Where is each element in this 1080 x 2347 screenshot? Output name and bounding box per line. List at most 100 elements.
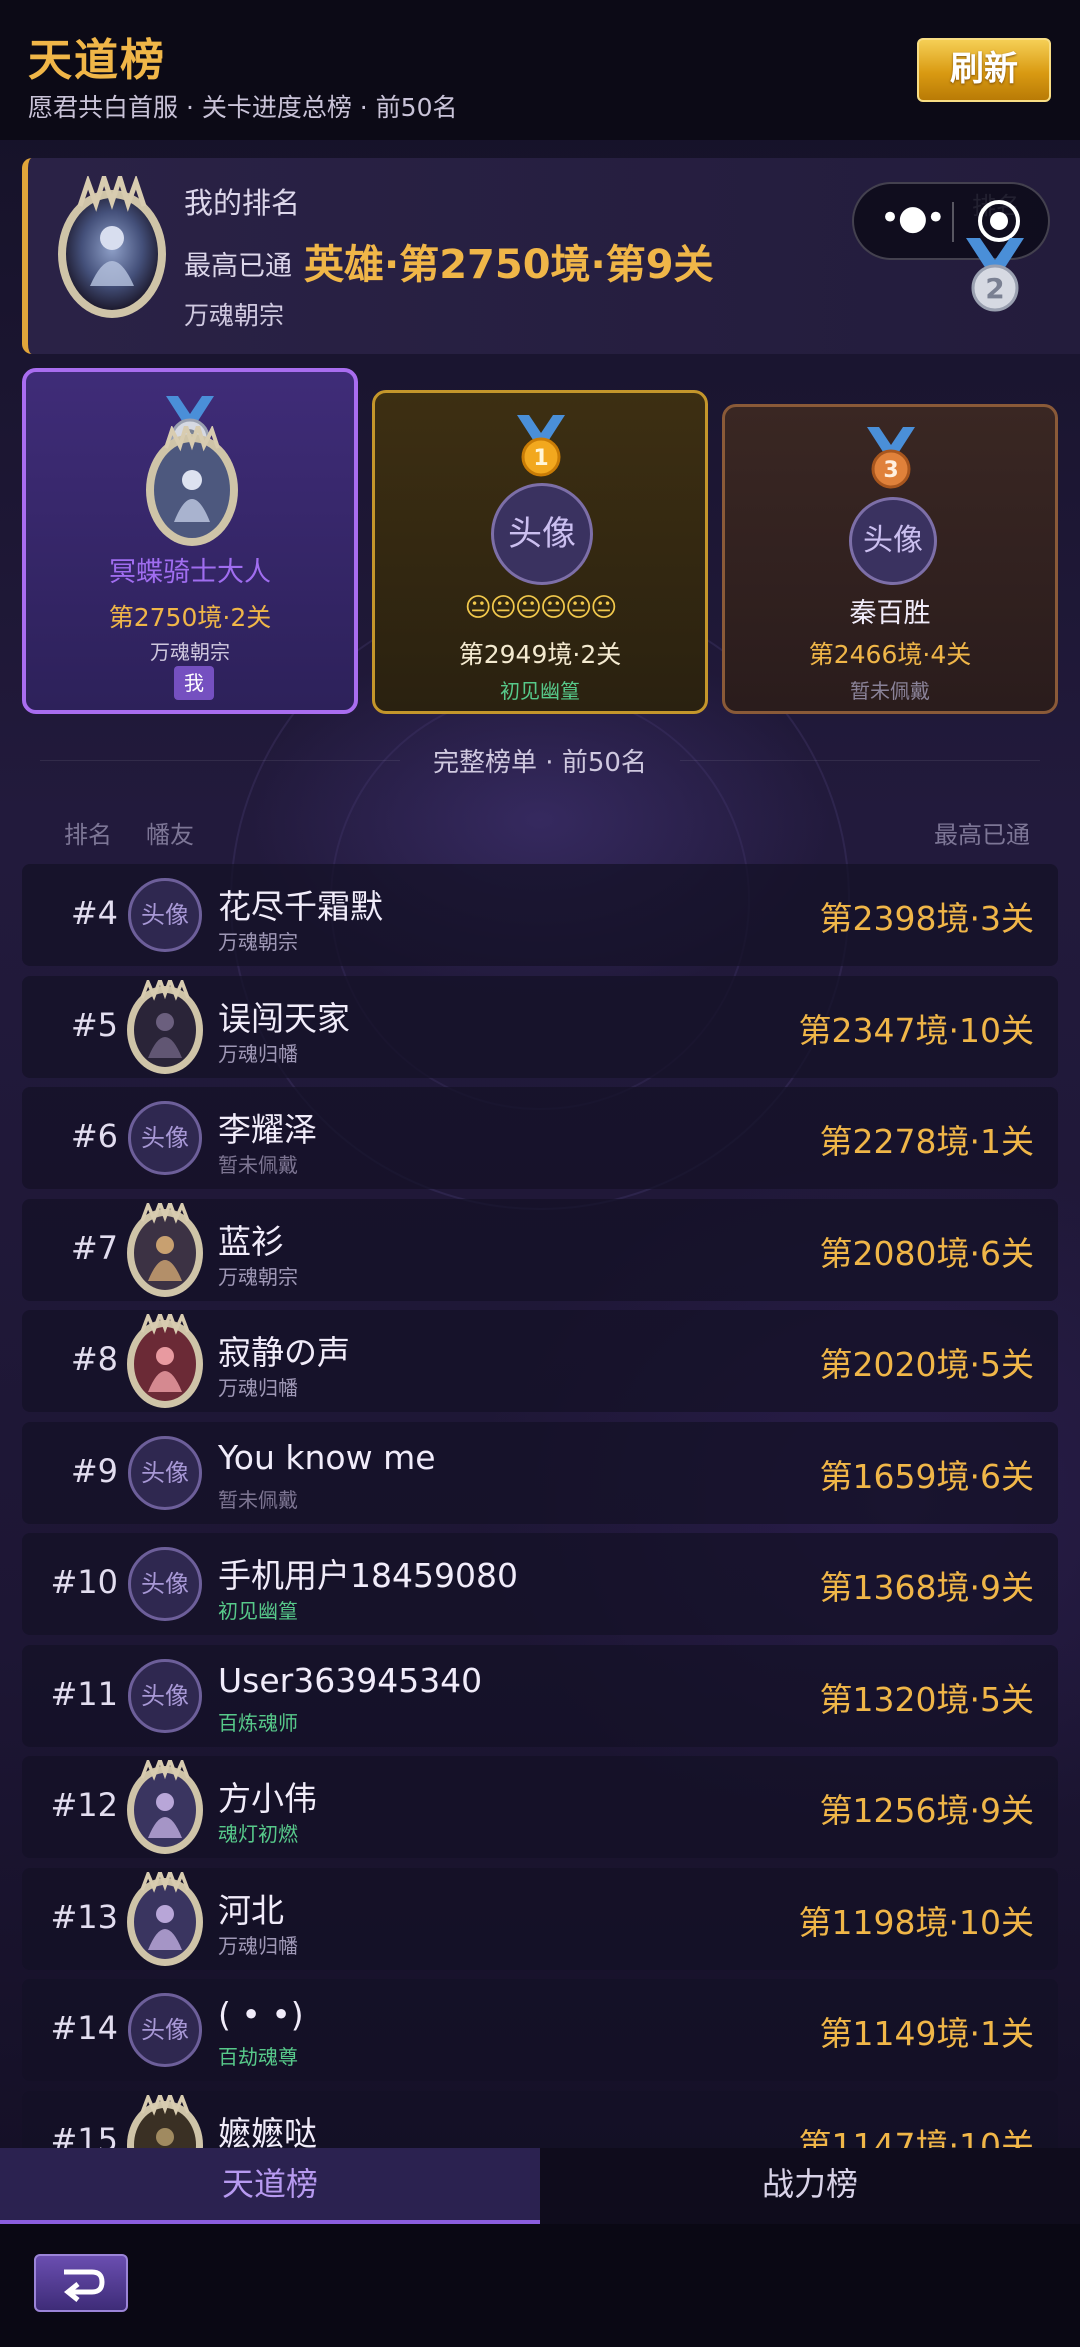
row-best-stage: 第1659境·6关 (819, 1456, 1034, 1496)
row-rank: #10 (50, 1563, 118, 1601)
avatar-placeholder: 头像 (128, 878, 202, 952)
row-player-name: 李耀泽 (218, 1110, 317, 1149)
row-rank: #12 (50, 1786, 118, 1824)
svg-text:3: 3 (883, 458, 898, 483)
my-guild: 万魂朝宗 (184, 301, 285, 330)
podium-3-guild: 暂未佩戴 (850, 679, 930, 703)
podium-1-avatar-placeholder: 头像 (491, 483, 593, 585)
table-row[interactable]: #12 方小伟魂灯初燃 第1256境·9关 (22, 1756, 1058, 1858)
table-row[interactable]: #9 头像 You know me 暂未佩戴 第1659境·6关 (22, 1421, 1058, 1524)
back-button[interactable] (34, 2254, 128, 2312)
podium-rank-1[interactable]: 1 头像 😐😐😐😐😐😐 第2949境·2关 初见幽篁 (372, 390, 708, 714)
back-arrow-icon (63, 2269, 105, 2302)
tab-bar: 天道榜 战力榜 (0, 2148, 1080, 2224)
my-rank-label: 我的排名 (184, 186, 301, 220)
row-player-name: 误闯天家 (218, 998, 350, 1038)
mage-icon (127, 1871, 203, 1966)
row-rank: #6 (70, 1117, 118, 1155)
row-guild: 暂未佩戴 (218, 1153, 298, 1177)
table-row[interactable]: #13 河北万魂归幡 第1198境·10关 (22, 1867, 1058, 1970)
table-row[interactable]: #7 蓝衫 万魂朝宗 第2080境·6关 (22, 1198, 1058, 1301)
podium-2-avatar-icon (146, 426, 238, 546)
row-best-stage: 第1149境·1关 (819, 2014, 1034, 2053)
my-best-label: 最高已通 (184, 251, 292, 282)
row-best-stage: 第2347境·10关 (798, 1010, 1034, 1050)
mage-icon (127, 1760, 203, 1854)
table-row[interactable]: #15 嬷嬷哒 第1147境·10关 (22, 2090, 1058, 2149)
avatar-placeholder: 头像 (128, 1658, 202, 1733)
close-target-icon[interactable] (978, 200, 1020, 242)
refresh-button[interactable]: 刷新 (917, 38, 1051, 102)
podium-2-score: 第2750境·2关 (108, 603, 272, 632)
page-title: 天道榜 (28, 35, 166, 86)
beast-icon (127, 2094, 203, 2148)
row-rank: #4 (70, 894, 118, 932)
avatar-placeholder: 头像 (128, 1993, 202, 2067)
my-medal-number: 2 (985, 272, 1004, 305)
more-icon[interactable]: •●• (880, 198, 946, 238)
sage-icon (127, 1202, 203, 1297)
podium-3-score: 第2466境·4关 (808, 640, 972, 669)
my-avatar-icon (58, 176, 166, 318)
table-row[interactable]: #8 寂静の声 万魂归幡 第2020境·5关 (22, 1310, 1058, 1412)
row-rank: #9 (70, 1451, 118, 1490)
table-row[interactable]: #6 头像 李耀泽 暂未佩戴 第2278境·1关 (22, 1087, 1058, 1189)
red-spirit-icon (127, 1314, 203, 1408)
row-rank: #8 (70, 1340, 118, 1378)
row-guild: 百炼魂师 (218, 1710, 298, 1735)
table-row[interactable]: #10 头像 手机用户18459080 初见幽篁 第1368境·9关 (22, 1533, 1058, 1635)
header: 天道榜 愿君共白首服 · 关卡进度总榜 · 前50名 刷新 (0, 0, 1080, 140)
row-best-stage: 第2080境·6关 (819, 1233, 1034, 1273)
row-player-name: 河北 (218, 1890, 284, 1930)
row-rank: #13 (50, 1897, 118, 1936)
row-best-stage: 第1198境·10关 (798, 1902, 1034, 1942)
podium-2-guild: 万魂朝宗 (150, 640, 230, 664)
row-player-name: 寂静の声 (218, 1333, 350, 1372)
my-best-value: 英雄·第2750境·第9关 (304, 242, 714, 288)
row-best-stage: 第1256境·9关 (819, 1791, 1034, 1830)
row-rank: #15 (50, 2120, 118, 2149)
row-rank: #11 (50, 1674, 118, 1713)
dark-knight-icon (127, 979, 203, 1074)
podium-3-name: 秦百胜 (849, 598, 931, 629)
podium-1-score: 第2949境·2关 (458, 640, 622, 669)
section-title: 完整榜单 · 前50名 (433, 748, 647, 778)
tab-power[interactable]: 战力榜 (540, 2148, 1080, 2224)
row-best-stage: 第1147境·10关 (798, 2125, 1034, 2149)
row-player-name: 方小伟 (218, 1779, 317, 1818)
row-guild: 万魂归幡 (218, 1933, 298, 1958)
row-guild: 万魂归幡 (218, 1041, 298, 1066)
row-guild: 初见幽篁 (218, 1599, 298, 1623)
podium-1-name: 😐😐😐😐😐😐 (464, 593, 618, 623)
podium-2-name: 冥蝶骑士大人 (109, 557, 271, 588)
avatar-placeholder: 头像 (128, 1101, 202, 1175)
row-player-name: User363945340 (218, 1660, 483, 1700)
row-best-stage: 第2398境·3关 (819, 899, 1034, 938)
table-row[interactable]: #11 头像 User363945340 百炼魂师 第1320境·5关 (22, 1644, 1058, 1747)
row-guild: 魂灯初燃 (218, 1822, 298, 1846)
podium-1-guild: 初见幽篁 (500, 679, 580, 703)
podium-3-avatar-placeholder: 头像 (849, 497, 937, 585)
podium-rank-2[interactable]: 2 冥蝶骑士大人 第2750境·2关 万魂朝宗 我 (22, 368, 358, 714)
column-header-user: 幡友 (146, 821, 194, 849)
row-rank: #14 (50, 2009, 118, 2047)
ranking-list[interactable]: #4 头像 花尽千霜默 万魂朝宗 第2398境·3关 #5 误闯天家 万魂归幡 第2347境·1… (22, 864, 1058, 2148)
svg-text:1: 1 (533, 446, 548, 471)
row-guild: 暂未佩戴 (218, 1487, 298, 1512)
bronze-medal-icon: 3 (867, 427, 915, 489)
row-best-stage: 第1320境·5关 (819, 1679, 1034, 1719)
row-rank: #5 (70, 1005, 118, 1044)
capsule-divider (952, 202, 954, 242)
table-row[interactable]: #4 头像 花尽千霜默 万魂朝宗 第2398境·3关 (22, 864, 1058, 966)
row-guild: 百劫魂尊 (218, 2045, 298, 2069)
row-best-stage: 第2020境·5关 (819, 1345, 1034, 1384)
avatar-placeholder: 头像 (128, 1435, 202, 1510)
tab-tiandao[interactable]: 天道榜 (0, 2148, 540, 2224)
table-row[interactable]: #14 头像 ( • •) 百劫魂尊 第1149境·1关 (22, 1979, 1058, 2081)
gold-medal-icon: 1 (517, 415, 565, 477)
row-player-name: ( • •) (218, 1995, 304, 2034)
column-header-best: 最高已通 (934, 821, 1030, 849)
row-guild: 万魂朝宗 (218, 1264, 298, 1289)
table-row[interactable]: #5 误闯天家万魂归幡 第2347境·10关 (22, 975, 1058, 1078)
podium-rank-3[interactable]: 3 头像 秦百胜 第2466境·4关 暂未佩戴 (722, 404, 1058, 714)
